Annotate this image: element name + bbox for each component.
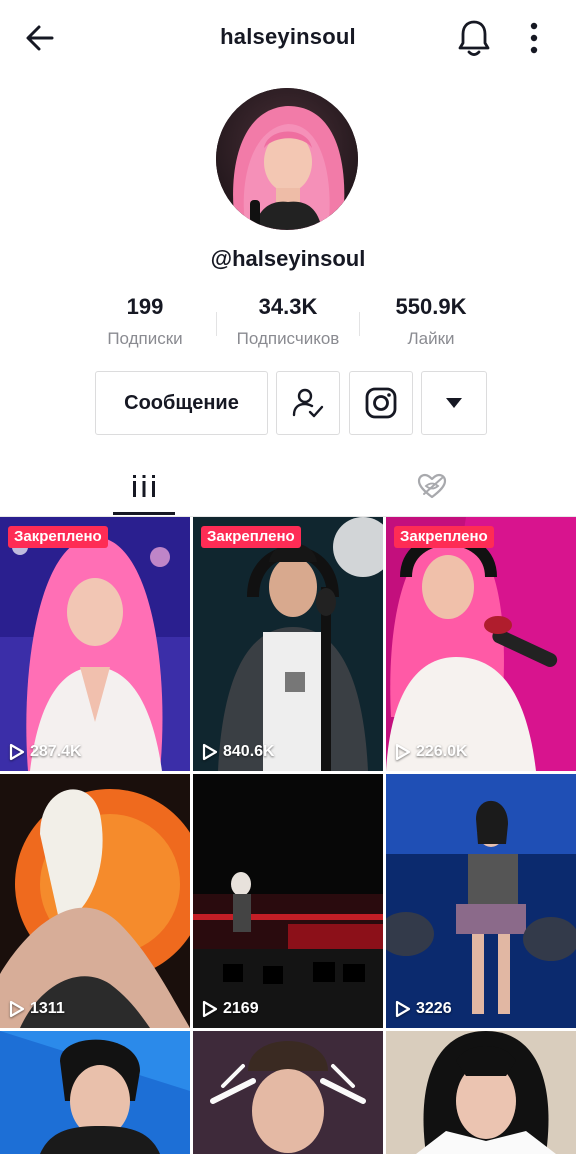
stat-likes-value: 550.9K [395,294,467,319]
view-count: 1311 [9,1000,65,1018]
heart-hidden-icon [417,473,447,499]
tab-videos[interactable] [113,456,175,516]
view-count-text: 840.6K [223,743,275,760]
stat-likes-label: Лайки [407,329,455,348]
video-tile[interactable] [0,1031,190,1154]
user-check-icon [292,388,324,418]
play-icon [395,1000,411,1018]
stat-following-value: 199 [126,294,164,319]
message-button[interactable]: Сообщение [95,371,268,435]
suggested-accounts-button[interactable] [421,371,487,435]
view-count-text: 287.4K [30,743,82,760]
caret-down-icon [446,398,462,408]
stat-followers-label: Подписчиков [236,329,340,348]
video-tile[interactable]: 3226 [386,774,576,1028]
profile-handle: @halseyinsoul [210,246,366,271]
instagram-button[interactable] [349,371,413,435]
instagram-icon [365,387,397,419]
notifications-button[interactable] [454,16,494,60]
stat-likes[interactable]: 550.9K Лайки [356,292,506,350]
video-thumbnail [386,774,576,1028]
video-thumbnail [193,774,383,1028]
avatar[interactable] [216,88,358,230]
stat-following-label: Подписки [107,329,183,348]
video-tile[interactable]: Закреплено 840.6K [193,517,383,771]
video-tile[interactable]: Закреплено 226.0K [386,517,576,771]
video-thumbnail [193,517,383,771]
view-count: 3226 [395,1000,452,1018]
video-thumbnail [386,1031,576,1154]
video-tile[interactable]: Закреплено 287.4K [0,517,190,771]
play-icon [202,1000,218,1018]
video-thumbnail [0,1031,190,1154]
view-count-text: 2169 [223,1000,259,1017]
view-count: 2169 [202,1000,259,1018]
video-thumbnail [0,517,190,771]
active-tab-indicator [113,512,175,515]
video-tile[interactable] [386,1031,576,1154]
avatar-photo [216,88,358,230]
stat-following[interactable]: 199 Подписки [70,292,220,350]
stat-followers[interactable]: 34.3K Подписчиков [213,292,363,350]
view-count-text: 226.0K [416,743,468,760]
stat-followers-value: 34.3K [258,294,318,319]
play-icon [202,743,218,761]
video-tile[interactable] [193,1031,383,1154]
video-thumbnail [193,1031,383,1154]
more-options-button[interactable] [520,18,548,58]
more-vertical-icon [530,22,538,54]
following-button[interactable] [276,371,340,435]
pinned-badge: Закреплено [201,526,301,548]
video-tile[interactable]: 2169 [193,774,383,1028]
view-count: 287.4K [9,743,82,761]
bell-icon [458,20,490,56]
tab-liked[interactable] [401,456,463,516]
view-count: 840.6K [202,743,275,761]
pinned-badge: Закреплено [8,526,108,548]
view-count-text: 3226 [416,1000,452,1017]
pinned-badge: Закреплено [394,526,494,548]
video-thumbnail [0,774,190,1028]
top-bar: halseyinsoul [0,0,576,76]
grid-bars-icon [133,475,155,497]
profile-tabs [0,456,576,517]
play-icon [9,743,25,761]
view-count: 226.0K [395,743,468,761]
video-tile[interactable]: 1311 [0,774,190,1028]
view-count-text: 1311 [30,1000,65,1017]
play-icon [9,1000,25,1018]
play-icon [395,743,411,761]
video-thumbnail [386,517,576,771]
